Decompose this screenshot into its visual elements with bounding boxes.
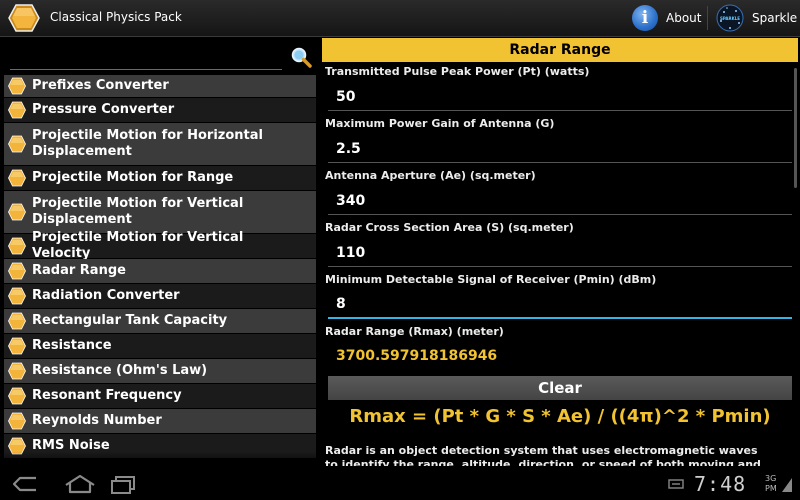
hexagon-icon bbox=[8, 169, 26, 187]
pt-input[interactable] bbox=[328, 83, 792, 111]
sparkle-button[interactable]: SPARKLE Sparkle bbox=[714, 3, 798, 33]
list-item-label: Projectile Motion for Vertical Velocity bbox=[32, 230, 244, 261]
list-item-label: Resistance bbox=[32, 338, 112, 353]
signal-icon bbox=[782, 478, 792, 492]
list-item[interactable]: Radar Range bbox=[4, 259, 316, 283]
clock[interactable]: 7:48 bbox=[694, 472, 746, 496]
calculator-list[interactable]: Prefixes Converter Pressure Converter Pr… bbox=[4, 75, 316, 466]
am-pm-indicator: PM bbox=[765, 484, 777, 493]
hexagon-icon bbox=[8, 312, 26, 330]
calculator-title: Radar Range bbox=[322, 38, 798, 62]
list-item-label: Resistance (Ohm's Law) bbox=[32, 363, 208, 378]
field-label-pmin: Minimum Detectable Signal of Receiver (P… bbox=[325, 273, 657, 286]
list-item[interactable]: Resonant Frequency bbox=[4, 384, 316, 408]
list-item[interactable]: Projectile Motion for Horizontal Displac… bbox=[4, 123, 316, 165]
list-item-label: Prefixes Converter bbox=[32, 78, 169, 93]
list-item-label: Pressure Converter bbox=[32, 102, 175, 117]
list-item-label: Radar Range bbox=[32, 263, 126, 278]
sparkle-globe-icon: SPARKLE bbox=[716, 4, 744, 32]
system-bar: 7:48 3G PM bbox=[0, 468, 800, 500]
list-item[interactable]: Projectile Motion for Range bbox=[4, 166, 316, 190]
g-input[interactable] bbox=[328, 135, 792, 163]
app-hexagon-icon[interactable] bbox=[8, 3, 40, 33]
hexagon-icon bbox=[8, 287, 26, 305]
list-fade bbox=[4, 452, 316, 466]
list-item-label: Resonant Frequency bbox=[32, 388, 182, 403]
search-icon[interactable] bbox=[290, 46, 312, 68]
list-item-label: Projectile Motion for Range bbox=[32, 170, 234, 185]
pmin-input[interactable] bbox=[328, 291, 792, 319]
list-item[interactable]: Pressure Converter bbox=[4, 98, 316, 122]
ae-input[interactable] bbox=[328, 187, 792, 215]
recent-apps-icon[interactable] bbox=[104, 472, 144, 496]
action-bar: Classical Physics Pack i About SPARKLE S… bbox=[0, 0, 800, 37]
list-item[interactable]: Projectile Motion for Vertical Velocity bbox=[4, 230, 316, 261]
app-title: Classical Physics Pack bbox=[50, 10, 182, 24]
about-button[interactable]: i About bbox=[630, 3, 702, 33]
search-input[interactable] bbox=[10, 44, 282, 70]
list-item-label: Reynolds Number bbox=[32, 413, 162, 428]
scrollbar[interactable] bbox=[794, 68, 797, 188]
hexagon-icon bbox=[8, 337, 26, 355]
hexagon-icon bbox=[8, 203, 26, 221]
hexagon-icon bbox=[8, 362, 26, 380]
s-input[interactable] bbox=[328, 239, 792, 267]
list-item-label: Projectile Motion for Horizontal Displac… bbox=[32, 128, 263, 159]
result-label: Radar Range (Rmax) (meter) bbox=[325, 325, 504, 338]
hexagon-icon bbox=[8, 135, 26, 153]
hexagon-icon bbox=[8, 101, 26, 119]
sparkle-icon-text: SPARKLE bbox=[720, 16, 740, 21]
list-item-label: Rectangular Tank Capacity bbox=[32, 313, 228, 328]
field-label-s: Radar Cross Section Area (S) (sq.meter) bbox=[325, 221, 574, 234]
list-item[interactable]: Projectile Motion for Vertical Displacem… bbox=[4, 191, 316, 233]
list-item[interactable]: Rectangular Tank Capacity bbox=[4, 309, 316, 333]
hexagon-icon bbox=[8, 237, 26, 255]
list-item-label: Radiation Converter bbox=[32, 288, 180, 303]
field-label-pt: Transmitted Pulse Peak Power (Pt) (watts… bbox=[325, 65, 590, 78]
clear-button[interactable]: Clear bbox=[328, 376, 792, 400]
list-item[interactable]: Resistance (Ohm's Law) bbox=[4, 359, 316, 383]
field-label-g: Maximum Power Gain of Antenna (G) bbox=[325, 117, 555, 130]
list-item-label: Projectile Motion for Vertical Displacem… bbox=[32, 196, 244, 227]
field-label-ae: Antenna Aperture (Ae) (sq.meter) bbox=[325, 169, 536, 182]
formula: Rmax = (Pt * G * S * Ae) / ((4π)^2 * Pmi… bbox=[349, 406, 771, 427]
list-item[interactable]: Resistance bbox=[4, 334, 316, 358]
list-item[interactable]: Reynolds Number bbox=[4, 409, 316, 433]
calculator-panel: Radar Range Transmitted Pulse Peak Power… bbox=[322, 38, 798, 466]
back-icon[interactable] bbox=[6, 472, 46, 496]
list-item[interactable]: Prefixes Converter bbox=[4, 75, 316, 97]
about-label: About bbox=[666, 11, 702, 25]
hexagon-icon bbox=[8, 387, 26, 405]
description-text: Radar is an object detection system that… bbox=[325, 444, 761, 466]
action-divider bbox=[707, 6, 708, 30]
home-icon[interactable] bbox=[60, 472, 100, 496]
info-icon: i bbox=[632, 5, 658, 31]
network-indicator: 3G bbox=[765, 474, 777, 483]
hexagon-icon bbox=[8, 77, 26, 95]
hexagon-icon bbox=[8, 412, 26, 430]
result-value: 3700.597918186946 bbox=[336, 348, 498, 364]
calculator-list-panel: Prefixes Converter Pressure Converter Pr… bbox=[4, 38, 316, 466]
notification-icon[interactable] bbox=[668, 478, 684, 490]
sparkle-label: Sparkle bbox=[752, 11, 798, 25]
hexagon-icon bbox=[8, 262, 26, 280]
list-item[interactable]: Radiation Converter bbox=[4, 284, 316, 308]
